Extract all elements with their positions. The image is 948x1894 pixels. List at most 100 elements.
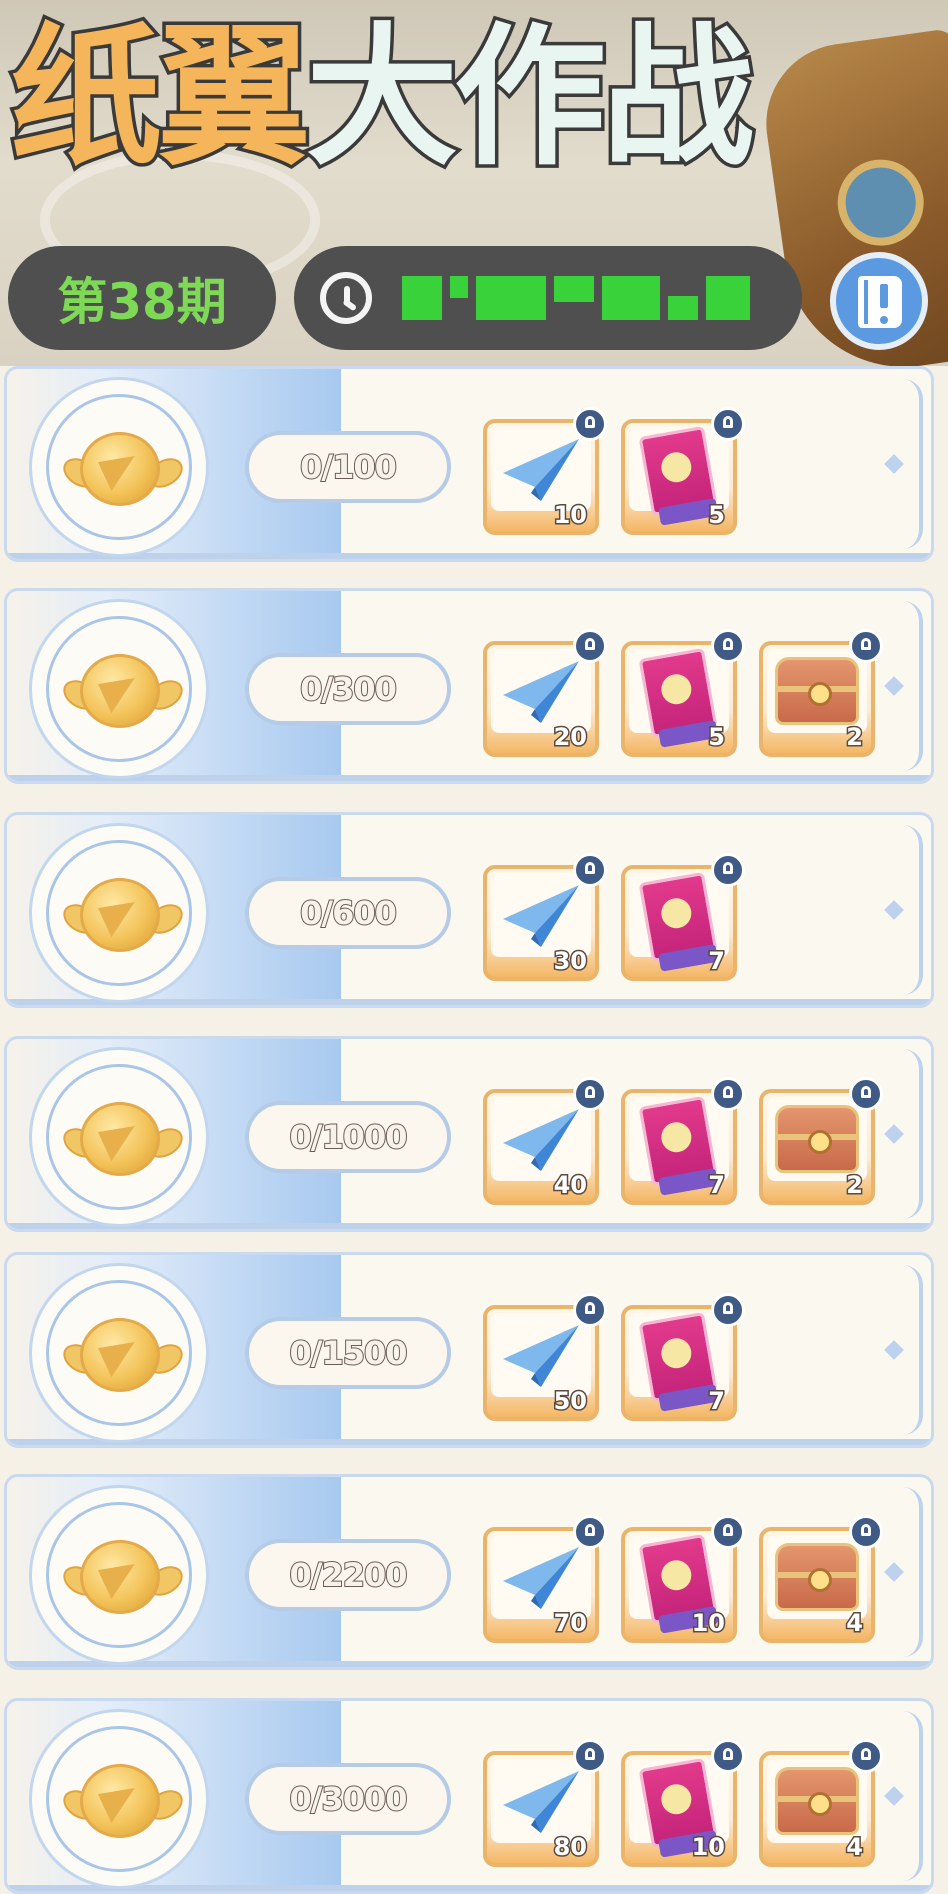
reward-item-pink-card[interactable]: 5: [621, 629, 745, 757]
reward-item-treasure-chest[interactable]: 2: [759, 629, 883, 757]
reward-item-paper-plane[interactable]: 50: [483, 1293, 607, 1421]
gold-wing-medal-icon: [29, 1485, 209, 1665]
reward-item-treasure-chest[interactable]: 2: [759, 1077, 883, 1205]
lock-icon: [711, 1515, 745, 1549]
paper-plane-icon: [503, 885, 579, 947]
lock-icon: [849, 629, 883, 663]
reward-quantity: 5: [707, 722, 727, 753]
row-divider: [7, 1885, 931, 1891]
medal-coin: [80, 654, 160, 728]
reward-item-paper-plane[interactable]: 10: [483, 407, 607, 535]
reward-quantity: 70: [552, 1608, 588, 1639]
reward-quantity: 2: [845, 722, 865, 753]
guide-button[interactable]: [830, 252, 928, 350]
reward-item-paper-plane[interactable]: 40: [483, 1077, 607, 1205]
row-divider: [7, 1223, 931, 1229]
tier-progress: 0/2200: [245, 1539, 451, 1611]
event-title-part2: 大作战: [303, 9, 758, 186]
lock-icon: [711, 629, 745, 663]
event-header: 纸翼 大作战 第38期: [0, 0, 948, 366]
reward-quantity: 40: [552, 1170, 588, 1201]
reward-quantity: 5: [707, 500, 727, 531]
paper-plane-icon: [503, 1109, 579, 1171]
row-divider: [7, 999, 931, 1005]
reward-quantity: 7: [707, 1170, 727, 1201]
reward-item-pink-card[interactable]: 7: [621, 1293, 745, 1421]
paper-plane-icon: [503, 661, 579, 723]
lock-icon: [711, 407, 745, 441]
reward-quantity: 4: [845, 1608, 865, 1639]
countdown-timer: [294, 246, 802, 350]
reward-tier-row: 0/600 30 7: [4, 812, 934, 1008]
reward-item-pink-card[interactable]: 10: [621, 1739, 745, 1867]
issue-badge: 第38期: [8, 246, 276, 350]
tier-progress: 0/1500: [245, 1317, 451, 1389]
gold-wing-medal-icon: [29, 1263, 209, 1443]
lock-icon: [573, 853, 607, 887]
row-divider: [7, 775, 931, 781]
row-divider: [7, 553, 931, 559]
reward-item-pink-card[interactable]: 10: [621, 1515, 745, 1643]
lock-icon: [573, 629, 607, 663]
reward-item-pink-card[interactable]: 5: [621, 407, 745, 535]
row-divider: [7, 1661, 931, 1667]
paper-plane-icon: [503, 1771, 579, 1833]
reward-quantity: 7: [707, 946, 727, 977]
redacted-time-text: [402, 276, 762, 320]
lock-icon: [573, 1077, 607, 1111]
reward-tier-row: 0/2200 70 10 4: [4, 1474, 934, 1670]
gold-wing-medal-icon: [29, 377, 209, 557]
pink-card-icon: [638, 425, 718, 517]
tier-progress: 0/600: [245, 877, 451, 949]
lock-icon: [711, 1739, 745, 1773]
treasure-chest-icon: [775, 657, 859, 725]
reward-item-treasure-chest[interactable]: 4: [759, 1515, 883, 1643]
reward-tier-row: 0/3000 80 10 4: [4, 1698, 934, 1894]
reward-quantity: 10: [690, 1608, 726, 1639]
lock-icon: [711, 1293, 745, 1327]
reward-quantity: 80: [552, 1832, 588, 1863]
pink-card-icon: [638, 871, 718, 963]
reward-quantity: 20: [552, 722, 588, 753]
medal-coin: [80, 1102, 160, 1176]
lock-icon: [711, 853, 745, 887]
lock-icon: [849, 1077, 883, 1111]
tier-progress: 0/100: [245, 431, 451, 503]
reward-item-paper-plane[interactable]: 30: [483, 853, 607, 981]
reward-quantity: 10: [552, 500, 588, 531]
paper-plane-icon: [503, 1325, 579, 1387]
medal-coin: [80, 878, 160, 952]
treasure-chest-icon: [775, 1543, 859, 1611]
medal-coin: [80, 1318, 160, 1392]
medal-coin: [80, 1764, 160, 1838]
reward-quantity: 50: [552, 1386, 588, 1417]
reward-item-paper-plane[interactable]: 80: [483, 1739, 607, 1867]
gold-wing-medal-icon: [29, 823, 209, 1003]
lock-icon: [711, 1077, 745, 1111]
lock-icon: [573, 1515, 607, 1549]
reward-tier-row: 0/100 10 5: [4, 366, 934, 562]
reward-quantity: 10: [690, 1832, 726, 1863]
event-title: 纸翼 大作战: [7, 8, 758, 188]
lock-icon: [849, 1739, 883, 1773]
paper-plane-icon: [503, 1547, 579, 1609]
event-title-part1: 纸翼: [7, 9, 314, 186]
reward-item-pink-card[interactable]: 7: [621, 1077, 745, 1205]
reward-item-paper-plane[interactable]: 70: [483, 1515, 607, 1643]
reward-item-paper-plane[interactable]: 20: [483, 629, 607, 757]
clock-icon: [320, 272, 372, 324]
pink-card-icon: [638, 1311, 718, 1403]
pink-card-icon: [638, 647, 718, 739]
reward-item-treasure-chest[interactable]: 4: [759, 1739, 883, 1867]
tier-progress: 0/1000: [245, 1101, 451, 1173]
lock-icon: [573, 407, 607, 441]
exclamation-dot: [880, 316, 888, 324]
reward-tier-row: 0/1000 40 7 2: [4, 1036, 934, 1232]
treasure-chest-icon: [775, 1767, 859, 1835]
reward-quantity: 2: [845, 1170, 865, 1201]
reward-quantity: 7: [707, 1386, 727, 1417]
gold-wing-medal-icon: [29, 1047, 209, 1227]
lock-icon: [573, 1293, 607, 1327]
pink-card-icon: [638, 1095, 718, 1187]
reward-item-pink-card[interactable]: 7: [621, 853, 745, 981]
